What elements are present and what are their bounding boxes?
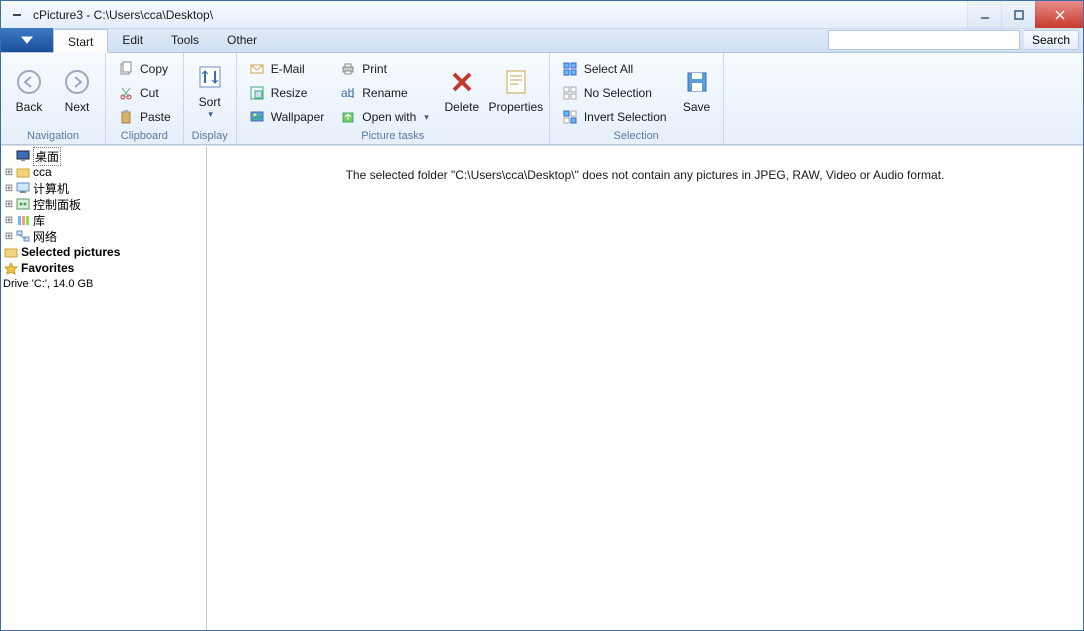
star-icon — [3, 261, 19, 275]
ribbon-tabs: Start Edit Tools Other Search — [1, 29, 1083, 53]
tree-item-computer[interactable]: ⊞ 计算机 — [1, 180, 206, 196]
close-button[interactable] — [1035, 1, 1083, 28]
tree-item-drive-info: Drive 'C:', 14.0 GB — [1, 276, 206, 292]
copy-button[interactable]: Copy — [114, 59, 175, 79]
mail-icon — [249, 61, 265, 77]
group-label-clipboard: Clipboard — [110, 129, 179, 144]
tree-item-selected-pictures[interactable]: Selected pictures — [1, 244, 206, 260]
save-icon — [683, 68, 711, 96]
group-label-display: Display — [188, 129, 232, 144]
save-button[interactable]: Save — [675, 55, 719, 127]
sort-icon — [196, 63, 224, 91]
group-navigation: Back Next Navigation — [1, 53, 106, 144]
invert-selection-icon — [562, 109, 578, 125]
computer-icon — [15, 181, 31, 195]
properties-button[interactable]: Properties — [487, 55, 545, 127]
open-with-button[interactable]: Open with▾ — [336, 107, 433, 127]
search-input[interactable] — [829, 31, 1019, 49]
wallpaper-icon — [249, 109, 265, 125]
library-icon — [15, 213, 31, 227]
next-button[interactable]: Next — [53, 55, 101, 127]
resize-icon — [249, 85, 265, 101]
tree-item-network[interactable]: ⊞ 网络 — [1, 228, 206, 244]
tree-item-control-panel[interactable]: ⊞ 控制面板 — [1, 196, 206, 212]
ribbon: Back Next Navigation Copy — [1, 53, 1083, 145]
group-label-picture-tasks: Picture tasks — [241, 129, 545, 144]
app-menu-icon[interactable] — [7, 5, 27, 25]
printer-icon — [340, 61, 356, 77]
copy-icon — [118, 61, 134, 77]
clipboard-icon — [118, 109, 134, 125]
titlebar: cPicture3 - C:\Users\cca\Desktop\ — [1, 1, 1083, 29]
tab-tools[interactable]: Tools — [157, 28, 213, 52]
rename-icon: ab — [340, 85, 356, 101]
sort-button[interactable]: Sort ▾ — [188, 55, 232, 127]
select-all-button[interactable]: Select All — [558, 59, 671, 79]
print-button[interactable]: Print — [336, 59, 433, 79]
resize-button[interactable]: Resize — [245, 83, 329, 103]
chevron-down-icon: ▾ — [424, 112, 429, 123]
back-button[interactable]: Back — [5, 55, 53, 127]
search-button[interactable]: Search — [1024, 30, 1079, 50]
arrow-left-icon — [15, 68, 43, 96]
arrow-right-icon — [63, 68, 91, 96]
tree-item-cca[interactable]: ⊞ cca — [1, 164, 206, 180]
content-area: 桌面 ⊞ cca ⊞ 计算机 ⊞ 控制面板 ⊞ 库 — [1, 145, 1083, 630]
search-box — [828, 30, 1020, 50]
empty-folder-message: The selected folder "C:\Users\cca\Deskto… — [346, 168, 945, 630]
tree-item-desktop[interactable]: 桌面 — [1, 148, 206, 164]
delete-icon — [448, 68, 476, 96]
window-controls — [967, 1, 1083, 28]
tab-other[interactable]: Other — [213, 28, 271, 52]
delete-button[interactable]: Delete — [437, 55, 487, 127]
tree-item-libraries[interactable]: ⊞ 库 — [1, 212, 206, 228]
invert-selection-button[interactable]: Invert Selection — [558, 107, 671, 127]
rename-button[interactable]: ab Rename — [336, 83, 433, 103]
minimize-button[interactable] — [967, 1, 1001, 28]
group-label-selection: Selection — [554, 129, 719, 144]
group-display: Sort ▾ Display — [184, 53, 237, 144]
monitor-icon — [15, 149, 31, 163]
maximize-button[interactable] — [1001, 1, 1035, 28]
group-clipboard: Copy Cut Paste Clipboard — [106, 53, 184, 144]
folder-user-icon — [15, 165, 31, 179]
main-pane: The selected folder "C:\Users\cca\Deskto… — [207, 146, 1083, 630]
tree-item-favorites[interactable]: Favorites — [1, 260, 206, 276]
tab-start[interactable]: Start — [53, 29, 108, 53]
folder-icon — [3, 245, 19, 259]
scissors-icon — [118, 85, 134, 101]
app-button[interactable] — [1, 28, 53, 52]
paste-button[interactable]: Paste — [114, 107, 175, 127]
app-window: cPicture3 - C:\Users\cca\Desktop\ Start … — [0, 0, 1084, 631]
email-button[interactable]: E-Mail — [245, 59, 329, 79]
cut-button[interactable]: Cut — [114, 83, 175, 103]
folder-tree[interactable]: 桌面 ⊞ cca ⊞ 计算机 ⊞ 控制面板 ⊞ 库 — [1, 146, 207, 630]
no-selection-button[interactable]: No Selection — [558, 83, 671, 103]
open-icon — [340, 109, 356, 125]
no-selection-icon — [562, 85, 578, 101]
chevron-down-icon: ▾ — [208, 109, 213, 120]
select-all-icon — [562, 61, 578, 77]
properties-icon — [502, 68, 530, 96]
window-title: cPicture3 - C:\Users\cca\Desktop\ — [33, 8, 213, 22]
network-icon — [15, 229, 31, 243]
group-label-navigation: Navigation — [5, 129, 101, 144]
group-selection: Select All No Selection Invert Selection… — [550, 53, 724, 144]
tab-edit[interactable]: Edit — [108, 28, 157, 52]
group-picture-tasks: E-Mail Resize Wallpaper Print — [237, 53, 550, 144]
wallpaper-button[interactable]: Wallpaper — [245, 107, 329, 127]
control-panel-icon — [15, 197, 31, 211]
